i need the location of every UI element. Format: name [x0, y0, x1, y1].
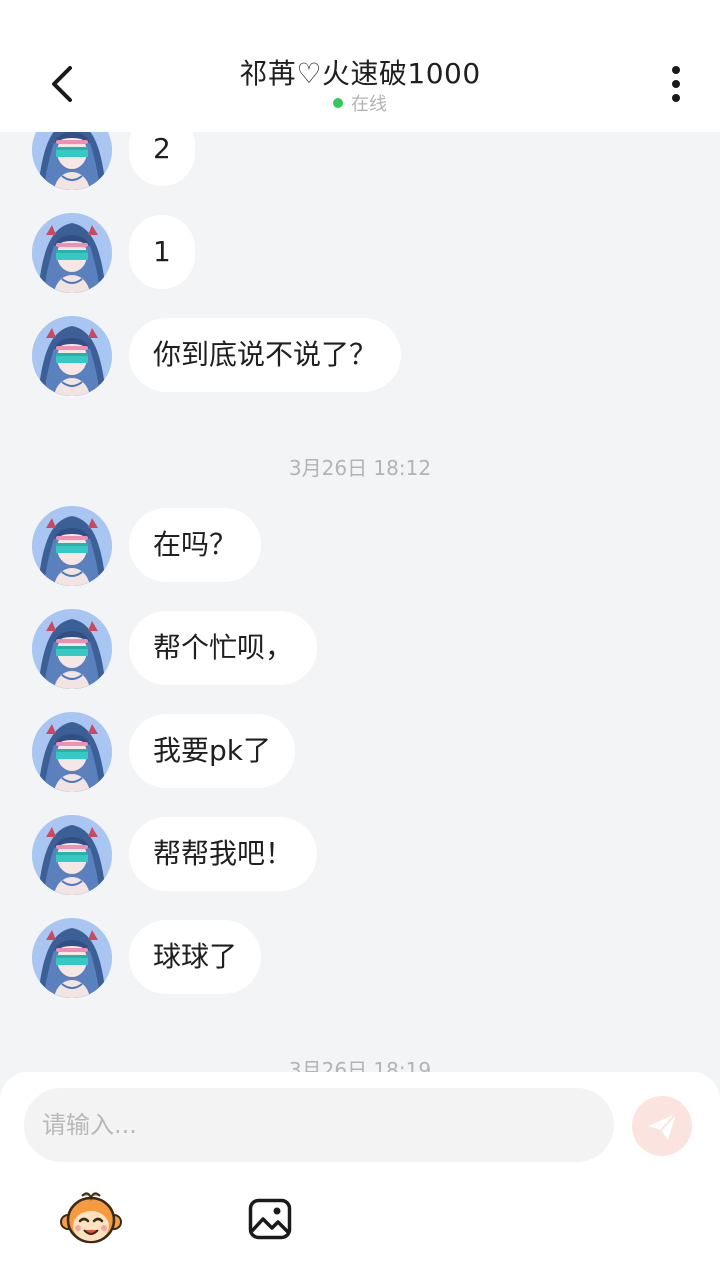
message-item: 在吗？	[0, 506, 720, 586]
avatar[interactable]	[32, 815, 112, 895]
message-item: 2	[0, 132, 720, 190]
online-status: 在线	[0, 90, 720, 116]
message-item: 我要pk了	[0, 712, 720, 792]
more-vertical-icon	[672, 66, 680, 102]
message-bubble[interactable]: 2	[129, 132, 195, 186]
input-panel	[0, 1072, 720, 1280]
image-icon	[248, 1198, 292, 1240]
message-bubble[interactable]: 球球了	[129, 920, 262, 994]
send-icon	[648, 1113, 677, 1140]
message-bubble[interactable]: 你到底说不说了？	[129, 318, 402, 392]
avatar[interactable]	[32, 213, 112, 293]
message-item: 你到底说不说了？	[0, 316, 720, 396]
message-list[interactable]: 2 1 你到底说不说了？ 3月26日 18:12 在吗？ 帮个忙呗， 我要pk了…	[0, 132, 720, 1072]
online-status-label: 在线	[351, 94, 387, 115]
avatar[interactable]	[32, 609, 112, 689]
message-item: 1	[0, 213, 720, 293]
message-item: 帮个忙呗，	[0, 609, 720, 689]
message-input-box[interactable]	[24, 1088, 614, 1162]
message-bubble[interactable]: 1	[129, 215, 195, 289]
message-bubble[interactable]: 我要pk了	[129, 714, 295, 788]
message-bubble[interactable]: 帮个忙呗，	[129, 611, 318, 685]
message-input[interactable]	[24, 1088, 614, 1162]
avatar[interactable]	[32, 712, 112, 792]
chat-header: 祁苒♡火速破1000 在线	[0, 0, 720, 132]
emoji-button[interactable]	[60, 1190, 122, 1246]
more-options-button[interactable]	[662, 64, 690, 104]
image-button[interactable]	[248, 1198, 292, 1240]
message-item: 帮帮我吧！	[0, 815, 720, 895]
avatar[interactable]	[32, 132, 112, 190]
message-timestamp: 3月26日 18:19	[288, 1058, 432, 1072]
monkey-emoji-icon	[60, 1192, 122, 1244]
avatar[interactable]	[32, 918, 112, 998]
avatar[interactable]	[32, 316, 112, 396]
send-button[interactable]	[632, 1096, 692, 1156]
chat-title: 祁苒♡火速破1000	[239, 57, 481, 90]
avatar[interactable]	[32, 506, 112, 586]
message-item: 球球了	[0, 918, 720, 998]
message-bubble[interactable]: 帮帮我吧！	[129, 817, 318, 891]
online-dot-icon	[333, 98, 343, 108]
message-bubble[interactable]: 在吗？	[129, 508, 262, 582]
message-timestamp: 3月26日 18:12	[288, 456, 432, 480]
